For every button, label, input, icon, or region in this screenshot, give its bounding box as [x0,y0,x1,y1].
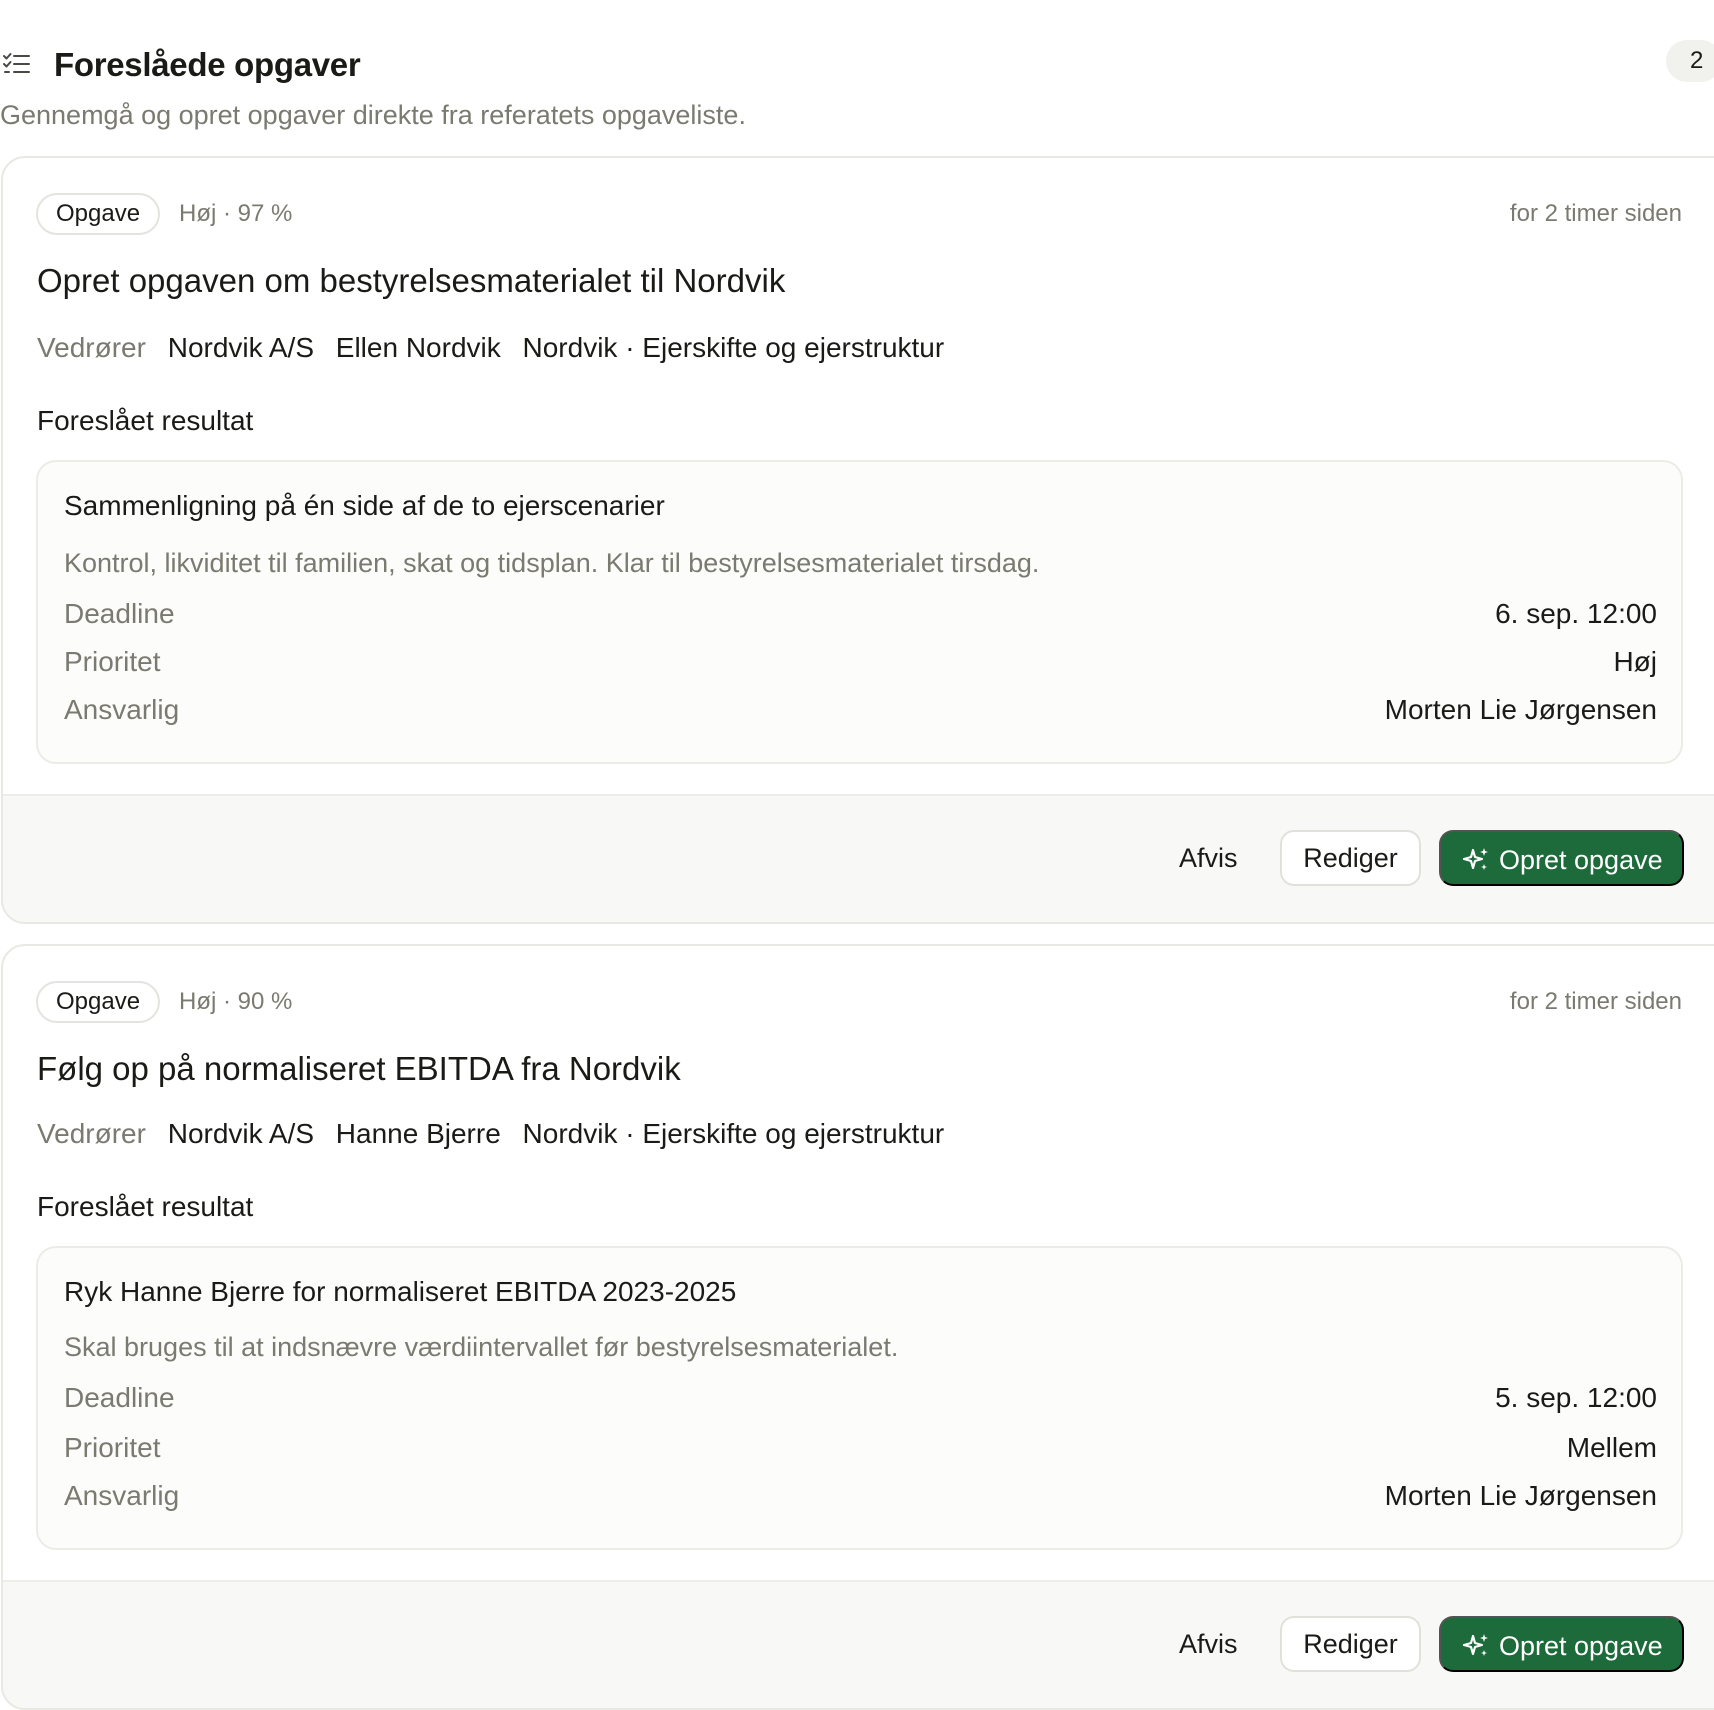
field-value: 5. sep. 12:00 [1495,1382,1657,1413]
regards-company-link[interactable]: Nordvik A/S [168,1118,314,1149]
task-actions: Afvis Rediger Opret opgave [3,794,1714,922]
regards-case-link[interactable]: Nordvik · Ejerskifte og ejerstruktur [523,1118,945,1149]
suggested-tasks-panel: Foreslåede opgaver 2 Gennemgå og opret o… [0,0,1714,1710]
field-priority: Prioritet Mellem [64,1432,1657,1468]
create-task-button[interactable]: Opret opgave [1439,830,1684,886]
task-actions: Afvis Rediger Opret opgave [3,1580,1714,1708]
task-priority-confidence: Høj · 90 % [179,988,293,1015]
field-label: Deadline [64,1382,175,1413]
panel-header: Foreslåede opgaver 2 [0,40,1714,90]
task-type-pill: Opgave [36,981,161,1023]
task-card: Opgave Høj · 97 % for 2 timer siden Opre… [1,156,1714,924]
task-timestamp: for 2 timer siden [1509,200,1682,227]
list-check-icon [3,53,30,73]
field-value: Morten Lie Jørgensen [1384,1480,1657,1511]
task-regards: Vedrører Nordvik A/S Hanne Bjerre Nordvi… [37,1118,958,1150]
result-title: Ryk Hanne Bjerre for normaliseret EBITDA… [64,1276,737,1307]
field-label: Ansvarlig [64,1480,180,1511]
result-description: Kontrol, likviditet til familien, skat o… [64,548,1040,578]
create-task-label: Opret opgave [1499,1631,1663,1661]
field-label: Prioritet [64,646,161,677]
field-deadline: Deadline 5. sep. 12:00 [64,1382,1657,1418]
create-task-label: Opret opgave [1499,845,1663,875]
suggested-result-box: Ryk Hanne Bjerre for normaliseret EBITDA… [36,1246,1683,1550]
task-title: Følg op på normaliseret EBITDA fra Nordv… [37,1050,681,1087]
task-priority-confidence: Høj · 97 % [179,200,293,227]
regards-label: Vedrører [37,332,146,363]
regards-person-link[interactable]: Hanne Bjerre [336,1118,501,1149]
field-value: 6. sep. 12:00 [1495,598,1657,629]
reject-button[interactable]: Afvis [1159,1616,1258,1672]
regards-company-link[interactable]: Nordvik A/S [168,332,314,363]
sparkle-icon [1462,1634,1488,1656]
task-regards: Vedrører Nordvik A/S Ellen Nordvik Nordv… [37,332,958,364]
suggested-result-box: Sammenligning på én side af de to ejersc… [36,460,1683,764]
reject-button[interactable]: Afvis [1159,830,1258,886]
sparkle-icon [1462,848,1488,870]
field-priority: Prioritet Høj [64,646,1657,682]
task-type-pill: Opgave [36,193,161,235]
field-owner: Ansvarlig Morten Lie Jørgensen [64,694,1657,730]
task-card: Opgave Høj · 90 % for 2 timer siden Følg… [1,944,1714,1710]
edit-button[interactable]: Rediger [1280,830,1421,886]
field-value: Høj [1613,646,1657,677]
task-title: Opret opgaven om bestyrelsesmaterialet t… [37,262,786,299]
field-label: Deadline [64,598,175,629]
panel-subtitle: Gennemgå og opret opgaver direkte fra re… [0,100,746,130]
edit-button[interactable]: Rediger [1280,1616,1421,1672]
task-count-badge: 2 [1666,40,1714,82]
suggested-result-label: Foreslået resultat [37,405,254,436]
create-task-button[interactable]: Opret opgave [1439,1616,1684,1672]
field-owner: Ansvarlig Morten Lie Jørgensen [64,1480,1657,1516]
result-title: Sammenligning på én side af de to ejersc… [64,490,665,521]
task-timestamp: for 2 timer siden [1509,988,1682,1015]
regards-case-link[interactable]: Nordvik · Ejerskifte og ejerstruktur [523,332,945,363]
result-description: Skal bruges til at indsnævre værdiinterv… [64,1332,899,1362]
suggested-result-label: Foreslået resultat [37,1191,254,1222]
field-value: Mellem [1566,1432,1657,1463]
field-value: Morten Lie Jørgensen [1384,694,1657,725]
regards-person-link[interactable]: Ellen Nordvik [336,332,501,363]
field-deadline: Deadline 6. sep. 12:00 [64,598,1657,634]
panel-title: Foreslåede opgaver [54,46,361,83]
field-label: Prioritet [64,1432,161,1463]
regards-label: Vedrører [37,1118,146,1149]
field-label: Ansvarlig [64,694,180,725]
